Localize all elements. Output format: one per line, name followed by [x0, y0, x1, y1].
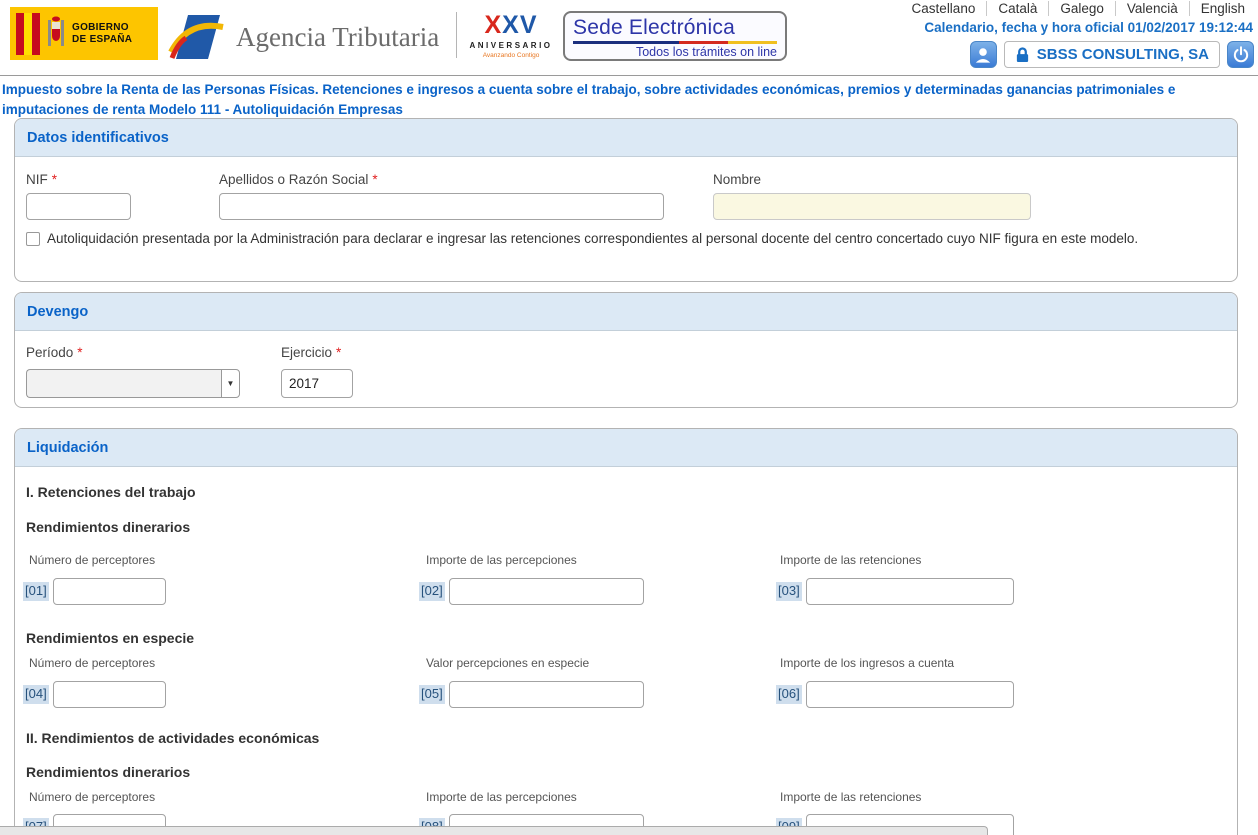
field-input-05[interactable]	[449, 681, 644, 708]
header-divider	[456, 12, 457, 58]
field-input-06[interactable]	[806, 681, 1014, 708]
user-profile-button[interactable]	[970, 41, 997, 68]
header: GOBIERNO DE ESPAÑA Agencia Tributaria XX…	[0, 0, 1258, 76]
lock-icon	[1015, 46, 1030, 64]
field-label-01: Número de perceptores	[29, 553, 155, 567]
field-label-04: Número de perceptores	[29, 656, 155, 670]
lang-english[interactable]: English	[1189, 1, 1256, 16]
block1-label-row: Número de perceptores Importe de las per…	[15, 553, 1238, 568]
session-user-name: SBSS CONSULTING, SA	[1037, 46, 1209, 63]
section-devengo-header: Devengo	[15, 293, 1237, 331]
page-title: Impuesto sobre la Renta de las Personas …	[2, 80, 1256, 119]
xxv-roman: XXV	[468, 13, 554, 38]
field-code-04: [04]	[23, 685, 49, 704]
agencia-tributaria-name: Agencia Tributaria	[236, 22, 439, 53]
admin-declaration-checkbox[interactable]	[26, 232, 40, 246]
required-mark: *	[77, 345, 82, 360]
field-label-08: Importe de las percepciones	[426, 790, 577, 804]
sede-electronica-subtitle: Todos los trámites on line	[573, 45, 777, 59]
section-datos-identificativos: Datos identificativos NIF* Apellidos o R…	[14, 118, 1238, 282]
field-label-05: Valor percepciones en especie	[426, 656, 589, 670]
session-user-box: SBSS CONSULTING, SA	[1004, 41, 1220, 68]
field-code-03: [03]	[776, 582, 802, 601]
block2-input-row: [04] [05] [06]	[15, 681, 1238, 709]
section-devengo: Devengo Período* ▼ Ejercicio*	[14, 292, 1238, 408]
ejercicio-label: Ejercicio*	[281, 345, 341, 360]
required-mark: *	[372, 172, 377, 187]
block3-heading: II. Rendimientos de actividades económic…	[26, 730, 319, 746]
lang-castellano[interactable]: Castellano	[901, 1, 987, 16]
sede-electronica-badge[interactable]: Sede Electrónica Todos los trámites on l…	[563, 11, 787, 61]
required-mark: *	[336, 345, 341, 360]
field-code-06: [06]	[776, 685, 802, 704]
nif-input[interactable]	[26, 193, 131, 220]
periodo-select[interactable]: ▼	[26, 369, 240, 398]
block2-label-row: Número de perceptores Valor percepciones…	[15, 656, 1238, 671]
nif-label: NIF*	[26, 172, 57, 187]
required-mark: *	[52, 172, 57, 187]
admin-declaration-text: Autoliquidación presentada por la Admini…	[47, 229, 1138, 249]
block3-label-row: Número de perceptores Importe de las per…	[15, 790, 1238, 805]
block3-subheading: Rendimientos dinerarios	[26, 764, 190, 780]
lang-catala[interactable]: Català	[986, 1, 1048, 16]
block2-subheading: Rendimientos en especie	[26, 630, 194, 646]
user-icon	[972, 44, 994, 66]
field-input-02[interactable]	[449, 578, 644, 605]
gobierno-espana-logo: GOBIERNO DE ESPAÑA	[10, 7, 158, 60]
field-input-03[interactable]	[806, 578, 1014, 605]
aniversario-tagline: Avanzando Contigo	[468, 52, 554, 59]
periodo-select-value[interactable]	[26, 369, 221, 398]
gobierno-espana-text: GOBIERNO DE ESPAÑA	[72, 22, 132, 45]
field-code-02: [02]	[419, 582, 445, 601]
logout-button[interactable]	[1227, 41, 1254, 68]
admin-declaration-row: Autoliquidación presentada por la Admini…	[26, 229, 1224, 249]
apellidos-input[interactable]	[219, 193, 664, 220]
nombre-label: Nombre	[713, 172, 761, 187]
field-label-07: Número de perceptores	[29, 790, 155, 804]
nombre-input	[713, 193, 1031, 220]
lang-valencia[interactable]: Valencià	[1115, 1, 1189, 16]
field-code-05: [05]	[419, 685, 445, 704]
field-label-03: Importe de las retenciones	[780, 553, 921, 567]
section-liquidacion-header: Liquidación	[15, 429, 1237, 467]
coat-of-arms-icon	[47, 14, 65, 54]
block1-subheading: Rendimientos dinerarios	[26, 519, 190, 535]
bottom-toolbar-edge	[0, 826, 988, 835]
agencia-tributaria-logo: Agencia Tributaria	[168, 12, 439, 62]
spain-flag-icon	[16, 13, 40, 55]
xxv-aniversario-logo: XXV ANIVERSARIO Avanzando Contigo	[468, 13, 554, 59]
chevron-down-icon[interactable]: ▼	[221, 369, 240, 398]
field-label-02: Importe de las percepciones	[426, 553, 577, 567]
field-input-01[interactable]	[53, 578, 166, 605]
periodo-label: Período*	[26, 345, 83, 360]
lang-galego[interactable]: Galego	[1048, 1, 1115, 16]
section-liquidacion: Liquidación I. Retenciones del trabajo R…	[14, 428, 1238, 835]
sede-electronica-title: Sede Electrónica	[573, 16, 777, 40]
field-input-04[interactable]	[53, 681, 166, 708]
power-icon	[1231, 45, 1251, 65]
official-datetime-link[interactable]: Calendario, fecha y hora oficial 01/02/2…	[924, 20, 1253, 35]
ejercicio-input[interactable]	[281, 369, 353, 398]
aniversario-label: ANIVERSARIO	[468, 41, 554, 50]
block1-heading: I. Retenciones del trabajo	[26, 484, 196, 500]
apellidos-label: Apellidos o Razón Social*	[219, 172, 378, 187]
field-label-06: Importe de los ingresos a cuenta	[780, 656, 954, 670]
user-session-row: SBSS CONSULTING, SA	[970, 41, 1254, 68]
field-code-01: [01]	[23, 582, 49, 601]
field-label-09: Importe de las retenciones	[780, 790, 921, 804]
page: GOBIERNO DE ESPAÑA Agencia Tributaria XX…	[0, 0, 1258, 835]
section-datos-header: Datos identificativos	[15, 119, 1237, 157]
sede-tricolor-bar	[573, 41, 777, 44]
block1-input-row: [01] [02] [03]	[15, 578, 1238, 606]
language-bar: Castellano Català Galego Valencià Englis…	[901, 1, 1256, 16]
aeat-emblem-icon	[168, 12, 226, 62]
